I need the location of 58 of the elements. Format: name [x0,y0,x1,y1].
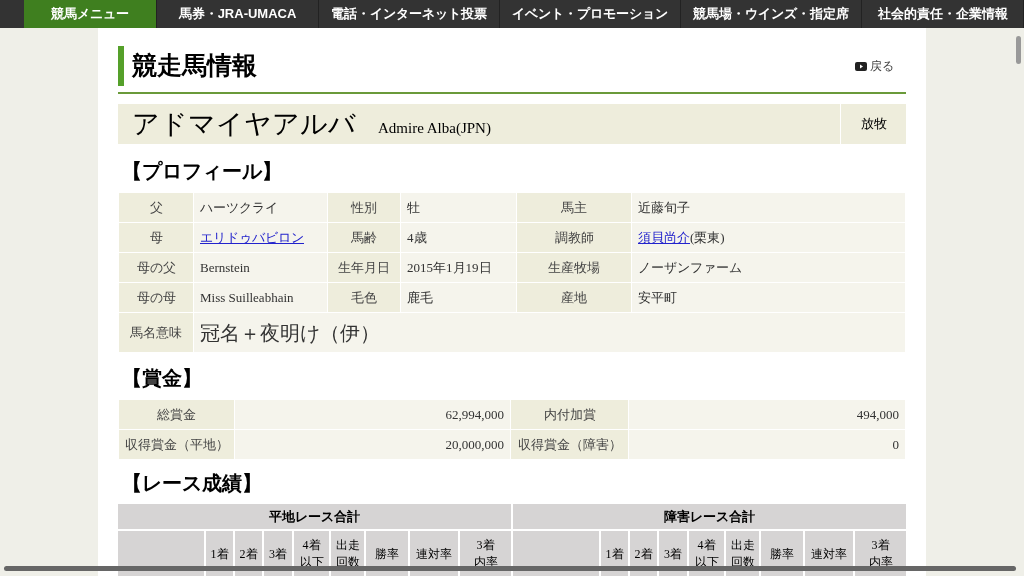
link[interactable]: エリドゥバビロン [200,229,304,245]
row-label: 収得賞金（障害） [510,429,629,460]
row-label: 生年月日 [327,252,401,283]
section-heading: 【レース成績】 [122,471,263,496]
row-label: 父 [118,192,194,223]
column-label: 勝率 [375,545,399,563]
row-label: 性別 [327,192,401,223]
table-cell: 62,994,000 [234,399,511,430]
table-header: 障害レース合計 [513,504,906,529]
table-cell: 494,000 [628,399,906,430]
column-label: 1着 [210,545,229,563]
cell-text: 近藤旬子 [638,199,690,215]
cell-text: 鹿毛 [407,289,433,305]
section-heading: 【賞金】 [122,366,203,391]
column-label: 3着 [664,545,682,563]
column-label: 連対率 [416,545,452,563]
row-label: 毛色 [327,282,401,313]
horse-name: アドマイヤアルバ [132,107,356,141]
nav-tab[interactable]: 競馬メニュー [24,0,157,28]
table-header: 平地レース合計 [118,504,511,529]
link[interactable]: 須貝尚介 [638,229,690,245]
play-icon [855,61,867,71]
row-label: 産地 [516,282,632,313]
section-heading: 【プロフィール】 [122,159,283,184]
back-link[interactable]: 戻る [855,57,894,75]
row-label: 生産牧場 [516,252,632,283]
row-label: 調教師 [516,222,632,253]
cell-text: 4歳 [407,229,427,245]
row-label: 内付加賞 [510,399,629,430]
column-label: 勝率 [770,545,794,563]
scrollbar [1016,36,1021,64]
column-label: 1着 [605,545,624,563]
row-label: 母 [118,222,194,253]
row-label: 総賞金 [118,399,235,430]
horse-name-english: Admire Alba(JPN) [378,118,492,138]
cell-text: Miss Suilleabhain [200,289,294,305]
cell-text: 2015年1月19日 [407,259,492,275]
row-label: 収得賞金（平地） [118,429,235,460]
row-label: 馬齢 [327,222,401,253]
horse-name-meaning: 冠名＋夜明け（伊） [193,312,906,353]
cell-text: 安平町 [638,289,677,305]
column-label: 2着 [634,545,653,563]
column-label: 3着 [269,545,287,563]
cell-text: Bernstein [200,259,250,275]
table-cell: 0 [628,429,906,460]
page-title: 競走馬情報 [132,51,258,82]
cell-text: 牡 [407,199,420,215]
row-label: 母の母 [118,282,194,313]
column-label: 2着 [239,545,258,563]
cell-text: ハーツクライ [200,199,278,215]
column-label: 連対率 [811,545,847,563]
cell-text: ノーザンファーム [638,259,742,275]
horse-status: 放牧 [840,104,906,144]
row-label: 母の父 [118,252,194,283]
row-label: 馬名意味 [118,312,194,353]
cell-text: (栗東) [690,229,725,245]
row-label: 馬主 [516,192,632,223]
table-cell: 20,000,000 [234,429,511,460]
